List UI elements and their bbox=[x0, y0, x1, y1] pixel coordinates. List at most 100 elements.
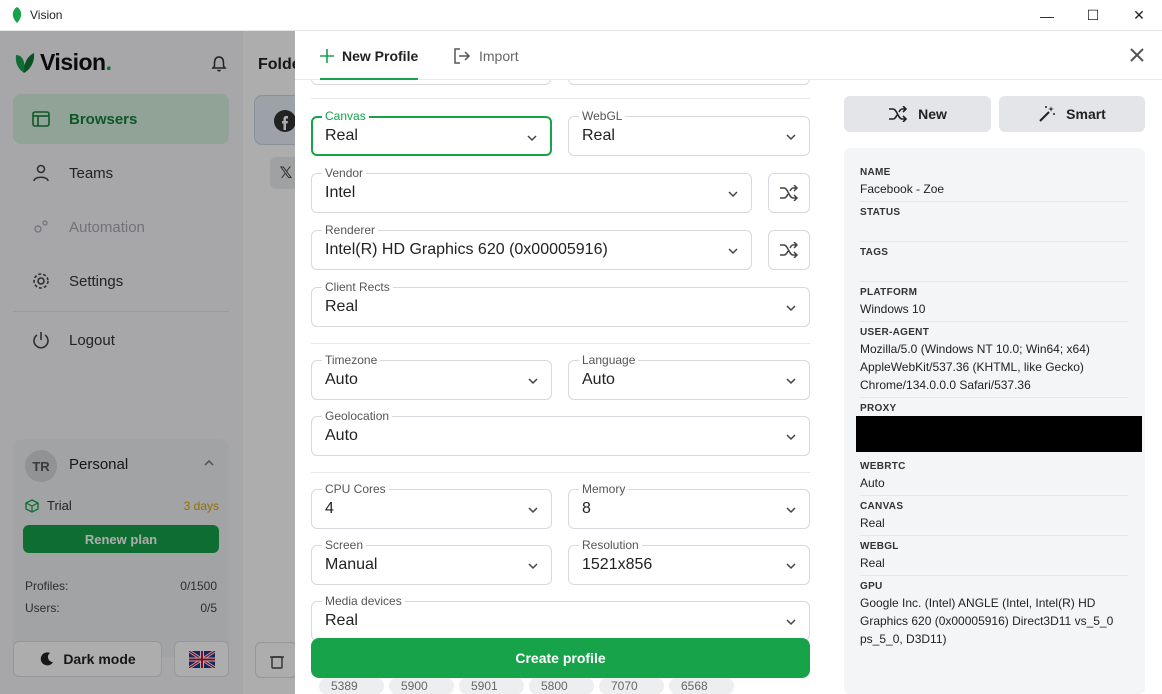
summary-key: TAGS bbox=[860, 247, 889, 258]
close-window-button[interactable]: ✕ bbox=[1116, 0, 1162, 31]
client-rects-value: Real bbox=[325, 298, 358, 315]
minimize-button[interactable]: — bbox=[1024, 0, 1070, 31]
profile-form: Canvas Real WebGL Real Vendor Intel Rend… bbox=[295, 80, 825, 694]
cpu-cores-select[interactable]: CPU Cores 4 bbox=[311, 482, 552, 529]
chip[interactable]: 5900 bbox=[389, 677, 454, 694]
window-titlebar: Vision — ☐ ✕ bbox=[0, 0, 1162, 31]
webgl-label: WebGL bbox=[579, 109, 626, 123]
geolocation-select[interactable]: Geolocation Auto bbox=[311, 409, 810, 456]
cpu-cores-label: CPU Cores bbox=[322, 482, 389, 496]
summary-webrtc: WEBRTC Auto bbox=[860, 461, 1128, 492]
tab-new-profile[interactable]: New Profile bbox=[320, 31, 419, 80]
resolution-select[interactable]: Resolution 1521x856 bbox=[568, 538, 810, 585]
summary-value: Auto bbox=[860, 476, 885, 490]
summary-divider bbox=[860, 495, 1128, 496]
media-devices-select[interactable]: Media devices Real bbox=[311, 594, 810, 641]
webgl-select[interactable]: WebGL Real bbox=[568, 109, 810, 156]
chevron-down-icon bbox=[786, 305, 796, 312]
summary-key: STATUS bbox=[860, 207, 901, 218]
language-value: Auto bbox=[582, 371, 615, 388]
vision-leaf-icon bbox=[12, 7, 22, 23]
memory-label: Memory bbox=[579, 482, 629, 496]
chip[interactable]: 5901 bbox=[459, 677, 524, 694]
smart-button-label: Smart bbox=[1066, 106, 1106, 122]
language-select[interactable]: Language Auto bbox=[568, 353, 810, 400]
chip[interactable]: 5800 bbox=[529, 677, 594, 694]
summary-value: Google Inc. (Intel) ANGLE (Intel, Intel(… bbox=[860, 596, 1114, 646]
vendor-value: Intel bbox=[325, 184, 356, 201]
renderer-value: Intel(R) HD Graphics 620 (0x00005916) bbox=[325, 241, 608, 258]
language-label: Language bbox=[579, 353, 639, 367]
create-profile-button[interactable]: Create profile bbox=[311, 638, 810, 678]
close-icon[interactable] bbox=[1128, 46, 1146, 64]
screen-value: Manual bbox=[325, 556, 378, 573]
client-rects-select[interactable]: Client Rects Real bbox=[311, 280, 810, 327]
import-icon bbox=[454, 47, 471, 64]
summary-webgl: WEBGL Real bbox=[860, 541, 1128, 572]
shuffle-renderer-button[interactable] bbox=[768, 230, 810, 270]
smart-fingerprint-button[interactable]: Smart bbox=[999, 96, 1145, 132]
cut-off-field-right[interactable] bbox=[568, 80, 810, 85]
section-divider bbox=[311, 472, 810, 473]
screen-select[interactable]: Screen Manual bbox=[311, 538, 552, 585]
media-devices-label: Media devices bbox=[322, 594, 405, 608]
client-rects-label: Client Rects bbox=[322, 280, 393, 294]
new-button-label: New bbox=[918, 106, 947, 122]
chevron-down-icon bbox=[528, 563, 538, 570]
memory-select[interactable]: Memory 8 bbox=[568, 482, 810, 529]
vendor-label: Vendor bbox=[322, 166, 367, 180]
summary-canvas: CANVAS Real bbox=[860, 501, 1128, 532]
resolution-value: 1521x856 bbox=[582, 556, 653, 573]
summary-key: CANVAS bbox=[860, 501, 904, 512]
canvas-select[interactable]: Canvas Real bbox=[311, 109, 552, 156]
summary-user-agent: USER-AGENT Mozilla/5.0 (Windows NT 10.0;… bbox=[860, 327, 1128, 394]
canvas-value: Real bbox=[325, 127, 358, 144]
summary-tags: TAGS bbox=[860, 247, 1128, 258]
new-profile-drawer: New Profile Import Canvas Real WebGL Rea… bbox=[295, 31, 1162, 694]
chip[interactable]: 6568 bbox=[669, 677, 734, 694]
memory-value: 8 bbox=[582, 500, 591, 517]
renderer-label: Renderer bbox=[322, 223, 379, 237]
cpu-cores-value: 4 bbox=[325, 500, 334, 517]
chevron-down-icon bbox=[786, 378, 796, 385]
shuffle-icon bbox=[780, 185, 799, 201]
summary-divider bbox=[860, 281, 1128, 282]
maximize-button[interactable]: ☐ bbox=[1070, 0, 1116, 31]
renderer-select[interactable]: Renderer Intel(R) HD Graphics 620 (0x000… bbox=[311, 223, 752, 270]
chevron-down-icon bbox=[528, 378, 538, 385]
vendor-select[interactable]: Vendor Intel bbox=[311, 166, 752, 213]
summary-value: Real bbox=[860, 516, 885, 530]
media-devices-value: Real bbox=[325, 612, 358, 629]
timezone-value: Auto bbox=[325, 371, 358, 388]
cut-off-field-left[interactable] bbox=[311, 80, 551, 85]
chevron-down-icon bbox=[528, 507, 538, 514]
tab-import[interactable]: Import bbox=[453, 31, 519, 80]
summary-proxy: PROXY bbox=[860, 403, 1128, 414]
chip[interactable]: 5389 bbox=[319, 677, 384, 694]
new-fingerprint-button[interactable]: New bbox=[844, 96, 991, 132]
summary-value: Facebook - Zoe bbox=[860, 182, 945, 196]
window-title: Vision bbox=[30, 8, 63, 22]
summary-key: WEBRTC bbox=[860, 461, 906, 472]
chevron-down-icon bbox=[786, 563, 796, 570]
shuffle-icon bbox=[889, 106, 908, 122]
summary-key: PROXY bbox=[860, 403, 897, 414]
shuffle-vendor-button[interactable] bbox=[768, 173, 810, 213]
summary-divider bbox=[860, 241, 1128, 242]
summary-key: NAME bbox=[860, 167, 891, 178]
summary-divider bbox=[860, 201, 1128, 202]
chip[interactable]: 7070 bbox=[599, 677, 664, 694]
plus-icon bbox=[320, 48, 334, 63]
magic-wand-icon bbox=[1039, 106, 1056, 122]
screen-label: Screen bbox=[322, 538, 367, 552]
timezone-select[interactable]: Timezone Auto bbox=[311, 353, 552, 400]
redacted-proxy-block bbox=[856, 416, 1142, 452]
summary-gpu: GPU Google Inc. (Intel) ANGLE (Intel, In… bbox=[860, 581, 1128, 648]
summary-status: STATUS bbox=[860, 207, 1128, 218]
geolocation-label: Geolocation bbox=[322, 409, 393, 423]
summary-name: NAME Facebook - Zoe bbox=[860, 167, 1128, 198]
chevron-down-icon bbox=[786, 434, 796, 441]
chevron-down-icon bbox=[786, 507, 796, 514]
section-divider bbox=[311, 98, 810, 99]
tab-label: Import bbox=[479, 47, 519, 64]
